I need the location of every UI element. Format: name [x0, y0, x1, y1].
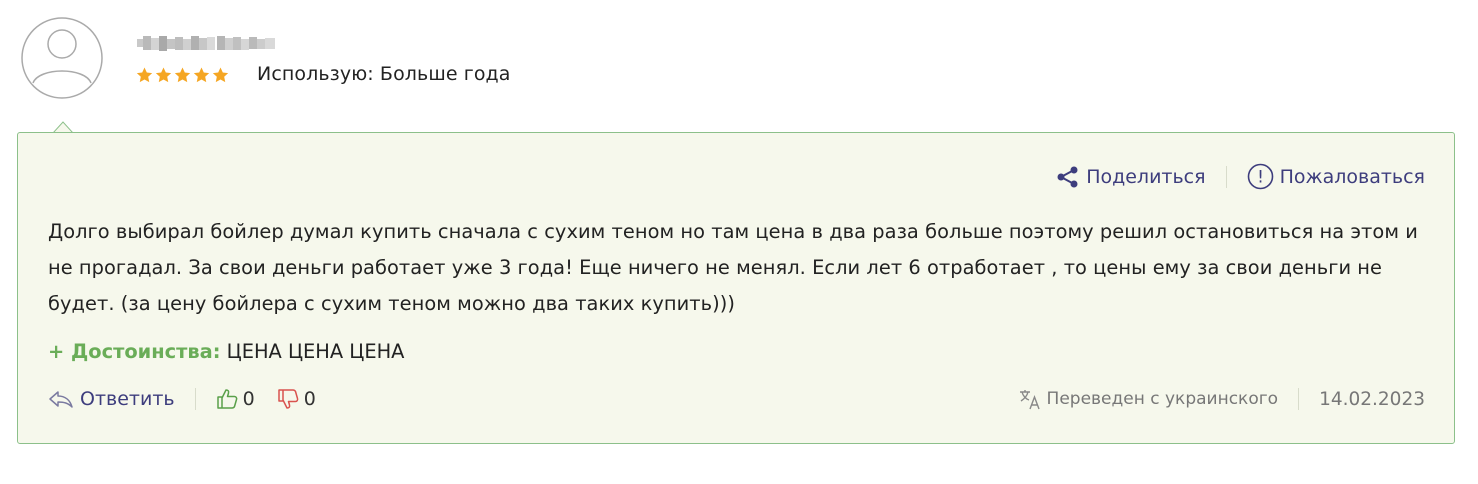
pros-line: + Достоинства: ЦЕНА ЦЕНА ЦЕНА	[48, 340, 404, 363]
translation-note: Переведен с украинского	[1019, 388, 1279, 410]
rating-stars	[136, 67, 229, 83]
divider	[1225, 165, 1227, 188]
share-icon	[1057, 166, 1078, 187]
divider	[1298, 388, 1300, 410]
reply-label: Ответить	[80, 388, 175, 410]
like-count: 0	[242, 388, 255, 410]
star-icon	[212, 67, 229, 83]
username-blurred	[137, 33, 275, 55]
report-button[interactable]: ! Пожаловаться	[1247, 163, 1425, 190]
reply-arrow-icon	[49, 391, 73, 408]
translated-label: Переведен с украинского	[1046, 389, 1279, 409]
star-icon	[193, 67, 210, 83]
review-footer-right: Переведен с украинского 14.02.2023	[1019, 388, 1425, 410]
svg-text:!: !	[1257, 168, 1264, 188]
reply-button[interactable]: Ответить	[48, 388, 175, 410]
review-body: Долго выбирал бойлер думал купить сначал…	[48, 220, 1418, 315]
star-icon	[174, 67, 191, 83]
review-page: Использую: Больше года Поделиться ! Пожа…	[0, 0, 1478, 484]
share-button[interactable]: Поделиться	[1056, 165, 1206, 189]
thumbs-up-icon	[216, 389, 237, 409]
avatar	[21, 17, 103, 99]
dislike-count: 0	[303, 388, 316, 410]
like-button[interactable]: 0	[216, 388, 255, 410]
pros-label: + Достоинства:	[48, 340, 221, 363]
dislike-button[interactable]: 0	[277, 388, 316, 410]
pros-value: ЦЕНА ЦЕНА ЦЕНА	[226, 340, 405, 363]
review-date: 14.02.2023	[1319, 388, 1425, 410]
usage-duration: Использую: Больше года	[257, 63, 511, 85]
divider	[194, 388, 196, 410]
translate-icon	[1019, 390, 1040, 410]
review-footer-left: Ответить 0 0	[48, 388, 316, 410]
review-actions: Поделиться ! Пожаловаться	[1056, 163, 1425, 190]
thumbs-down-icon	[277, 389, 299, 409]
report-label: Пожаловаться	[1279, 165, 1425, 188]
star-icon	[136, 67, 153, 83]
star-icon	[155, 67, 172, 83]
share-label: Поделиться	[1086, 165, 1206, 188]
review-card: Поделиться ! Пожаловаться Долго выбирал …	[17, 132, 1455, 444]
user-avatar-icon	[21, 17, 103, 99]
exclamation-circle-icon: !	[1247, 163, 1273, 190]
